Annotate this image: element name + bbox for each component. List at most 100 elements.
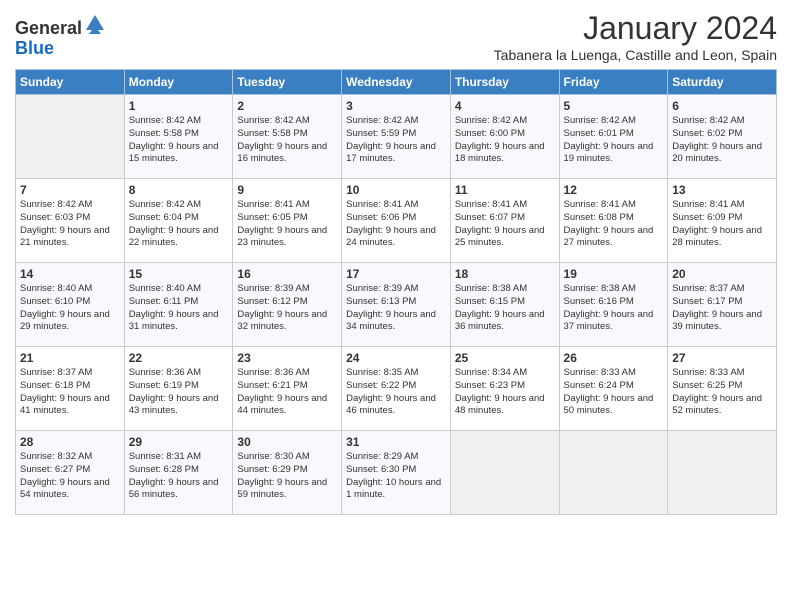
- day-number: 1: [129, 99, 229, 113]
- calendar-cell: 2 Sunrise: 8:42 AMSunset: 5:58 PMDaylight…: [233, 95, 342, 179]
- day-header-thursday: Thursday: [450, 70, 559, 95]
- day-header-tuesday: Tuesday: [233, 70, 342, 95]
- day-number: 3: [346, 99, 446, 113]
- cell-content: Sunrise: 8:42 AMSunset: 5:58 PMDaylight:…: [129, 115, 229, 166]
- cell-content: Sunrise: 8:41 AMSunset: 6:05 PMDaylight:…: [237, 199, 337, 250]
- day-number: 31: [346, 435, 446, 449]
- logo-blue: Blue: [15, 38, 54, 58]
- cell-content: Sunrise: 8:33 AMSunset: 6:24 PMDaylight:…: [564, 367, 664, 418]
- calendar-cell: 24Sunrise: 8:35 AMSunset: 6:22 PMDayligh…: [342, 347, 451, 431]
- day-number: 10: [346, 183, 446, 197]
- day-number: 15: [129, 267, 229, 281]
- cell-content: Sunrise: 8:36 AMSunset: 6:21 PMDaylight:…: [237, 367, 337, 418]
- cell-content: Sunrise: 8:42 AMSunset: 6:02 PMDaylight:…: [672, 115, 772, 166]
- day-number: 17: [346, 267, 446, 281]
- calendar-cell: 28 Sunrise: 8:32 AMSunset: 6:27 PMDayligh…: [16, 431, 125, 515]
- day-header-friday: Friday: [559, 70, 668, 95]
- day-number: 19: [564, 267, 664, 281]
- cell-content: Sunrise: 8:42 AMSunset: 5:58 PMDaylight:…: [237, 115, 337, 166]
- cell-content: Sunrise: 8:41 AMSunset: 6:07 PMDaylight:…: [455, 199, 555, 250]
- cell-content: Sunrise: 8:29 AMSunset: 6:30 PMDaylight:…: [346, 451, 446, 502]
- cell-content: Sunrise: 8:42 AMSunset: 5:59 PMDaylight:…: [346, 115, 446, 166]
- calendar-cell: 14Sunrise: 8:40 AMSunset: 6:10 PMDayligh…: [16, 263, 125, 347]
- day-number: 4: [455, 99, 555, 113]
- cell-content: Sunrise: 8:39 AMSunset: 6:12 PMDaylight:…: [237, 283, 337, 334]
- week-row-4: 21 Sunrise: 8:37 AMSunset: 6:18 PMDayligh…: [16, 347, 777, 431]
- title-area: January 2024 Tabanera la Luenga, Castill…: [494, 10, 777, 63]
- day-number: 16: [237, 267, 337, 281]
- calendar-cell: 10 Sunrise: 8:41 AMSunset: 6:06 PMDayligh…: [342, 179, 451, 263]
- day-number: 5: [564, 99, 664, 113]
- calendar-cell: 7Sunrise: 8:42 AMSunset: 6:03 PMDaylight…: [16, 179, 125, 263]
- day-number: 20: [672, 267, 772, 281]
- calendar-cell: 3 Sunrise: 8:42 AMSunset: 5:59 PMDaylight…: [342, 95, 451, 179]
- calendar-cell: 12 Sunrise: 8:41 AMSunset: 6:08 PMDayligh…: [559, 179, 668, 263]
- week-row-2: 7Sunrise: 8:42 AMSunset: 6:03 PMDaylight…: [16, 179, 777, 263]
- day-number: 27: [672, 351, 772, 365]
- day-number: 28: [20, 435, 120, 449]
- calendar-cell: 13Sunrise: 8:41 AMSunset: 6:09 PMDayligh…: [668, 179, 777, 263]
- calendar-table: SundayMondayTuesdayWednesdayThursdayFrid…: [15, 69, 777, 515]
- day-number: 26: [564, 351, 664, 365]
- calendar-cell: 11 Sunrise: 8:41 AMSunset: 6:07 PMDayligh…: [450, 179, 559, 263]
- logo: General Blue: [15, 14, 106, 59]
- day-number: 9: [237, 183, 337, 197]
- cell-content: Sunrise: 8:37 AMSunset: 6:17 PMDaylight:…: [672, 283, 772, 334]
- calendar-cell: 20 Sunrise: 8:37 AMSunset: 6:17 PMDayligh…: [668, 263, 777, 347]
- cell-content: Sunrise: 8:42 AMSunset: 6:00 PMDaylight:…: [455, 115, 555, 166]
- cell-content: Sunrise: 8:42 AMSunset: 6:04 PMDaylight:…: [129, 199, 229, 250]
- calendar-header: SundayMondayTuesdayWednesdayThursdayFrid…: [16, 70, 777, 95]
- cell-content: Sunrise: 8:35 AMSunset: 6:22 PMDaylight:…: [346, 367, 446, 418]
- calendar-cell: 21 Sunrise: 8:37 AMSunset: 6:18 PMDayligh…: [16, 347, 125, 431]
- calendar-cell: 22Sunrise: 8:36 AMSunset: 6:19 PMDayligh…: [124, 347, 233, 431]
- calendar-body: 1 Sunrise: 8:42 AMSunset: 5:58 PMDaylight…: [16, 95, 777, 515]
- calendar-cell: 5 Sunrise: 8:42 AMSunset: 6:01 PMDaylight…: [559, 95, 668, 179]
- cell-content: Sunrise: 8:42 AMSunset: 6:03 PMDaylight:…: [20, 199, 120, 250]
- calendar-cell: 27 Sunrise: 8:33 AMSunset: 6:25 PMDayligh…: [668, 347, 777, 431]
- calendar-cell: 16 Sunrise: 8:39 AMSunset: 6:12 PMDayligh…: [233, 263, 342, 347]
- calendar-cell: 17Sunrise: 8:39 AMSunset: 6:13 PMDayligh…: [342, 263, 451, 347]
- day-number: 2: [237, 99, 337, 113]
- calendar-cell: 8Sunrise: 8:42 AMSunset: 6:04 PMDaylight…: [124, 179, 233, 263]
- calendar-cell: 23Sunrise: 8:36 AMSunset: 6:21 PMDayligh…: [233, 347, 342, 431]
- calendar-cell: 19 Sunrise: 8:38 AMSunset: 6:16 PMDayligh…: [559, 263, 668, 347]
- calendar-cell: 25Sunrise: 8:34 AMSunset: 6:23 PMDayligh…: [450, 347, 559, 431]
- week-row-5: 28 Sunrise: 8:32 AMSunset: 6:27 PMDayligh…: [16, 431, 777, 515]
- calendar-cell: 18Sunrise: 8:38 AMSunset: 6:15 PMDayligh…: [450, 263, 559, 347]
- cell-content: Sunrise: 8:41 AMSunset: 6:08 PMDaylight:…: [564, 199, 664, 250]
- calendar-cell: [559, 431, 668, 515]
- day-number: 21: [20, 351, 120, 365]
- cell-content: Sunrise: 8:41 AMSunset: 6:06 PMDaylight:…: [346, 199, 446, 250]
- cell-content: Sunrise: 8:38 AMSunset: 6:16 PMDaylight:…: [564, 283, 664, 334]
- month-title: January 2024: [494, 10, 777, 47]
- cell-content: Sunrise: 8:38 AMSunset: 6:15 PMDaylight:…: [455, 283, 555, 334]
- day-header-monday: Monday: [124, 70, 233, 95]
- cell-content: Sunrise: 8:34 AMSunset: 6:23 PMDaylight:…: [455, 367, 555, 418]
- day-number: 29: [129, 435, 229, 449]
- calendar-cell: 9 Sunrise: 8:41 AMSunset: 6:05 PMDaylight…: [233, 179, 342, 263]
- calendar-cell: 6 Sunrise: 8:42 AMSunset: 6:02 PMDaylight…: [668, 95, 777, 179]
- calendar-cell: [450, 431, 559, 515]
- logo-general: General: [15, 18, 82, 38]
- day-number: 12: [564, 183, 664, 197]
- cell-content: Sunrise: 8:37 AMSunset: 6:18 PMDaylight:…: [20, 367, 120, 418]
- location-title: Tabanera la Luenga, Castille and Leon, S…: [494, 47, 777, 63]
- cell-content: Sunrise: 8:33 AMSunset: 6:25 PMDaylight:…: [672, 367, 772, 418]
- day-header-wednesday: Wednesday: [342, 70, 451, 95]
- day-number: 11: [455, 183, 555, 197]
- day-number: 30: [237, 435, 337, 449]
- day-number: 13: [672, 183, 772, 197]
- calendar-cell: 4 Sunrise: 8:42 AMSunset: 6:00 PMDaylight…: [450, 95, 559, 179]
- cell-content: Sunrise: 8:30 AMSunset: 6:29 PMDaylight:…: [237, 451, 337, 502]
- day-number: 6: [672, 99, 772, 113]
- cell-content: Sunrise: 8:42 AMSunset: 6:01 PMDaylight:…: [564, 115, 664, 166]
- logo-icon: [84, 12, 106, 34]
- day-header-saturday: Saturday: [668, 70, 777, 95]
- calendar-cell: 15 Sunrise: 8:40 AMSunset: 6:11 PMDayligh…: [124, 263, 233, 347]
- calendar-cell: 26 Sunrise: 8:33 AMSunset: 6:24 PMDayligh…: [559, 347, 668, 431]
- day-number: 14: [20, 267, 120, 281]
- cell-content: Sunrise: 8:32 AMSunset: 6:27 PMDaylight:…: [20, 451, 120, 502]
- cell-content: Sunrise: 8:40 AMSunset: 6:11 PMDaylight:…: [129, 283, 229, 334]
- week-row-1: 1 Sunrise: 8:42 AMSunset: 5:58 PMDaylight…: [16, 95, 777, 179]
- cell-content: Sunrise: 8:31 AMSunset: 6:28 PMDaylight:…: [129, 451, 229, 502]
